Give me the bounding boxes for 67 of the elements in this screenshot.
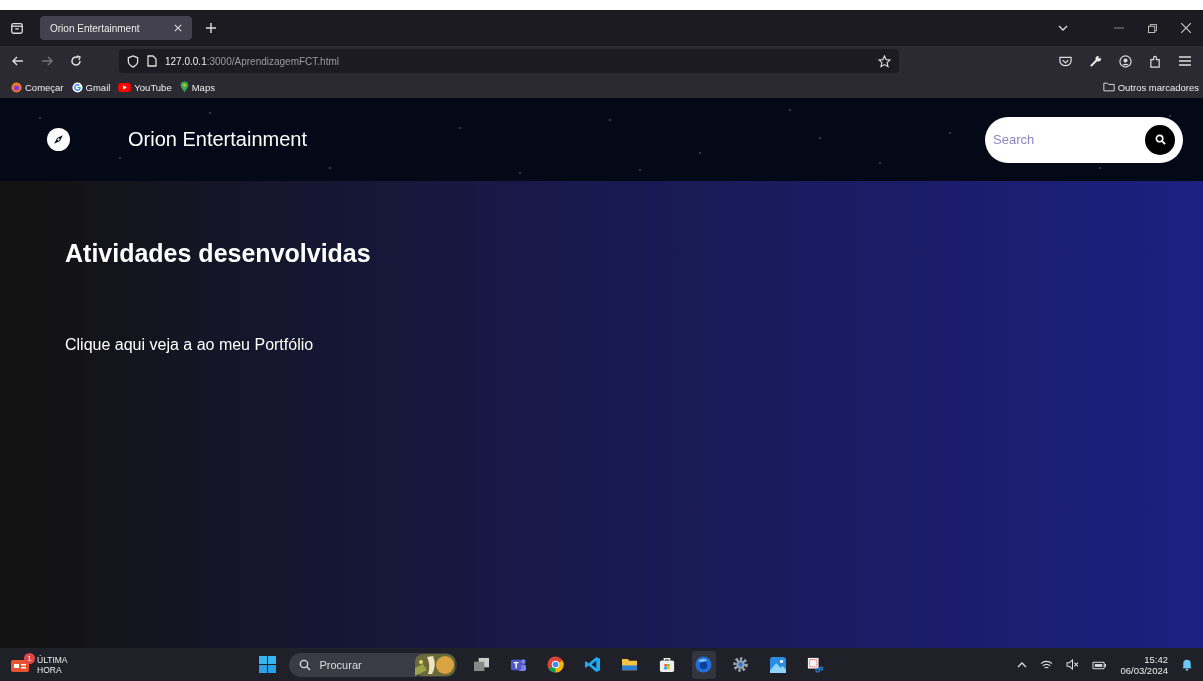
shield-icon bbox=[127, 54, 139, 68]
account-icon[interactable] bbox=[1119, 54, 1132, 68]
battery-icon[interactable] bbox=[1092, 659, 1108, 670]
map-pin-icon bbox=[179, 81, 189, 93]
menu-icon[interactable] bbox=[1179, 56, 1191, 66]
tab-list-icon[interactable] bbox=[10, 21, 24, 35]
play-icon bbox=[118, 82, 132, 92]
scissors-icon bbox=[806, 656, 823, 673]
date: 06/03/2024 bbox=[1120, 664, 1168, 676]
chevron-down-icon[interactable] bbox=[1058, 25, 1068, 31]
close-icon[interactable] bbox=[174, 24, 182, 32]
bookmark-link[interactable]: Começar bbox=[11, 81, 64, 93]
chat-icon bbox=[510, 657, 527, 672]
bookmark-link[interactable]: Gmail bbox=[71, 81, 111, 93]
chevron-up-icon[interactable] bbox=[1017, 661, 1028, 668]
back-icon[interactable] bbox=[12, 56, 24, 66]
compass-icon[interactable] bbox=[47, 128, 70, 151]
taskbar-app[interactable] bbox=[691, 650, 716, 679]
taskbar-search-field[interactable]: Procurar bbox=[317, 657, 408, 672]
star-icon[interactable] bbox=[878, 54, 891, 68]
code-editor-icon bbox=[584, 656, 601, 673]
time: 15:42 bbox=[1144, 653, 1168, 665]
mountain-photo-icon bbox=[769, 656, 786, 673]
address-bar[interactable]: 127.0.0.1:3000/AprendizagemFCT.html bbox=[119, 49, 899, 73]
gear-icon bbox=[732, 656, 749, 673]
close-icon[interactable] bbox=[1181, 23, 1191, 33]
portfolio-link[interactable]: Clique aqui veja a ao meu Portfólio bbox=[65, 336, 314, 354]
bell-icon[interactable] bbox=[1181, 658, 1193, 671]
globe-icon bbox=[695, 656, 712, 673]
reload-icon[interactable] bbox=[70, 55, 82, 67]
section-heading: Atividades desenvolvidas bbox=[65, 239, 371, 268]
news-subtitle: HORA bbox=[37, 664, 63, 675]
url-host: 127.0.0.1 bbox=[165, 55, 207, 67]
restore-icon[interactable] bbox=[1148, 23, 1157, 33]
news-widget[interactable]: 1 ÚLTIMA HORA bbox=[10, 654, 68, 675]
url-path: :3000/AprendizagemFCT.html bbox=[206, 55, 339, 67]
fox-globe-icon bbox=[11, 81, 22, 93]
search-button[interactable] bbox=[1145, 124, 1175, 155]
wifi-icon[interactable] bbox=[1040, 659, 1054, 670]
g-logo-icon bbox=[71, 81, 83, 93]
forward-icon[interactable] bbox=[41, 56, 53, 66]
folder-icon bbox=[1102, 82, 1115, 92]
search-bar[interactable]: Search bbox=[985, 116, 1183, 163]
browser-tab[interactable]: Orion Entertainment bbox=[40, 16, 192, 40]
search-field[interactable]: Search bbox=[991, 131, 1145, 148]
wrench-icon[interactable] bbox=[1089, 54, 1102, 68]
new-tab-icon[interactable] bbox=[206, 23, 216, 33]
site-title[interactable]: Orion Entertainment bbox=[128, 128, 307, 151]
bookmarks-folder[interactable]: Outros marcadores bbox=[1102, 81, 1199, 93]
windows-stack-icon bbox=[473, 657, 490, 672]
windows-start-icon[interactable] bbox=[258, 656, 276, 673]
taskbar-search-bar[interactable]: Procurar bbox=[288, 652, 457, 677]
bookmark-link[interactable]: Maps bbox=[179, 81, 215, 93]
extensions-icon[interactable] bbox=[1149, 54, 1162, 68]
clock[interactable]: 15:42 06/03/2024 bbox=[1120, 653, 1168, 676]
bookmark-link[interactable]: YouTube bbox=[118, 81, 172, 93]
news-title: ÚLTIMA bbox=[37, 654, 68, 665]
search-icon bbox=[298, 658, 311, 671]
muted-speaker-icon[interactable] bbox=[1066, 659, 1080, 670]
shopping-bag-icon bbox=[658, 656, 675, 673]
notification-count: 1 bbox=[24, 652, 35, 664]
pocket-icon[interactable] bbox=[1059, 55, 1072, 67]
tab-title: Orion Entertainment bbox=[50, 22, 140, 34]
search-icon bbox=[1154, 134, 1166, 145]
page-icon bbox=[147, 55, 157, 67]
folder-icon bbox=[621, 657, 638, 672]
chrome-ring-icon bbox=[547, 656, 564, 673]
